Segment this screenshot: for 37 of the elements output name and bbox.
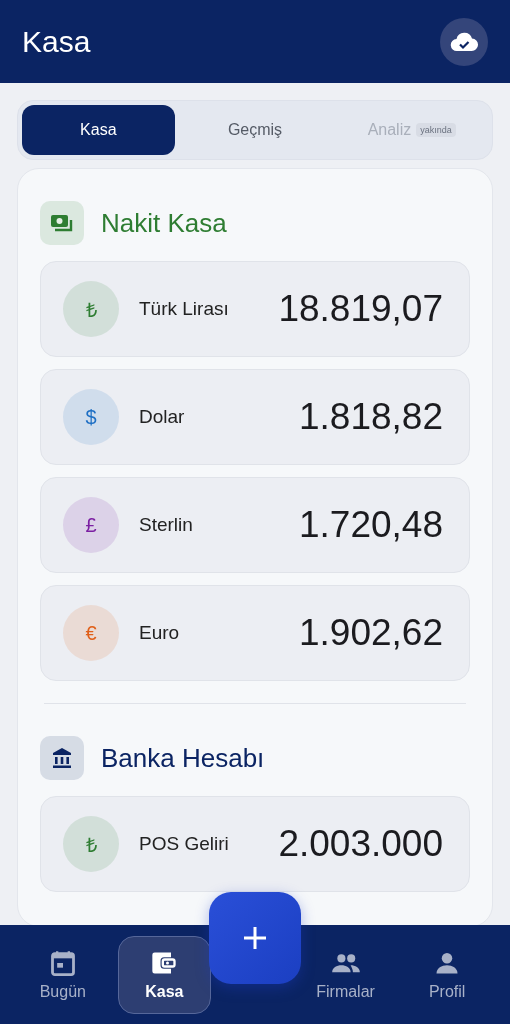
account-amount: 1.720,48 (298, 504, 443, 546)
tab[interactable]: Kasa (22, 105, 175, 155)
account-name: Euro (139, 622, 180, 644)
bank-icon (40, 736, 84, 780)
currency-symbol: $ (63, 389, 119, 445)
account-row[interactable]: $ Dolar 1.818,82 (40, 369, 470, 465)
currency-symbol: ₺ (63, 816, 119, 872)
account-amount: 1.818,82 (298, 396, 443, 438)
page-title: Kasa (22, 24, 91, 59)
account-name: POS Geliri (139, 833, 229, 855)
nav-item[interactable]: Kasa (117, 935, 212, 1014)
add-button[interactable] (209, 891, 301, 984)
account-name: Sterlin (139, 514, 193, 536)
plus-icon (242, 924, 268, 951)
nav-item[interactable]: Profil (400, 935, 494, 1014)
section-title: Banka Hesabı (101, 742, 265, 774)
currency-symbol: £ (63, 497, 119, 553)
soon-badge: yakında (416, 123, 456, 137)
nav-item[interactable]: Bugün (16, 935, 110, 1014)
calendar-icon (48, 948, 77, 977)
nav-item[interactable]: Firmalar (298, 935, 393, 1014)
account-row[interactable]: € Euro 1.902,62 (40, 585, 470, 681)
account-name: Dolar (139, 406, 185, 428)
cloud-sync-button[interactable] (440, 17, 488, 66)
account-row[interactable]: ₺ POS Geliri 2.003.000 (40, 796, 470, 892)
section-title: Nakit Kasa (101, 207, 227, 239)
cash-icon (40, 201, 84, 245)
currency-symbol: € (63, 605, 119, 661)
account-name: Türk Lirası (139, 298, 229, 320)
account-row[interactable]: ₺ Türk Lirası 18.819,07 (40, 261, 470, 357)
currency-symbol: ₺ (63, 281, 119, 337)
account-row[interactable]: £ Sterlin 1.720,48 (40, 477, 470, 573)
tab[interactable]: Geçmiş (178, 105, 332, 155)
account-amount: 18.819,07 (278, 288, 443, 330)
cloud-check-icon (450, 30, 478, 53)
account-amount: 1.902,62 (298, 612, 443, 654)
account-amount: 2.003.000 (278, 823, 443, 865)
